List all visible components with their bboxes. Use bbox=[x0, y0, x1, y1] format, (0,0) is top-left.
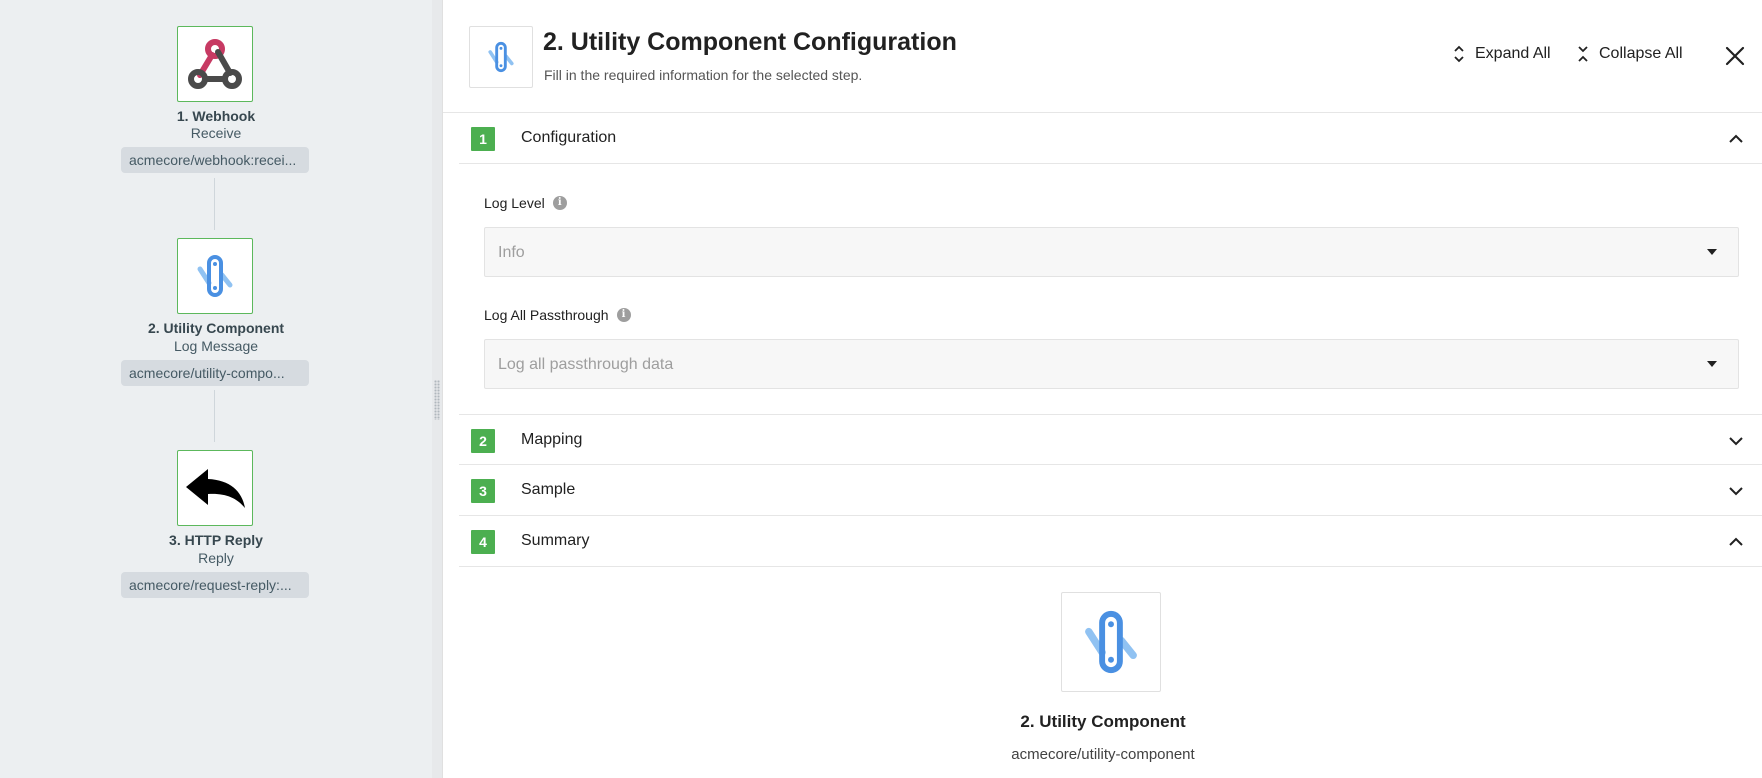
flow-step-component-chip: acmecore/request-reply:... bbox=[121, 572, 309, 598]
expand-all-label: Expand All bbox=[1475, 45, 1551, 62]
section-label: Configuration bbox=[521, 129, 617, 146]
section-summary[interactable]: 4 Summary bbox=[459, 516, 1762, 567]
summary-component-key: acmecore/utility-component bbox=[1011, 746, 1195, 763]
section-label: Summary bbox=[521, 532, 590, 549]
config-panel: 2. Utility Component Configuration Fill … bbox=[442, 0, 1762, 778]
info-icon[interactable]: i bbox=[552, 196, 567, 210]
flow-step-http-reply[interactable] bbox=[177, 450, 253, 526]
summary-step-name: 2. Utility Component bbox=[1020, 712, 1186, 731]
flow-step-action: Receive bbox=[190, 125, 242, 141]
section-sample[interactable]: 3 Sample bbox=[459, 465, 1762, 516]
close-icon[interactable] bbox=[1723, 44, 1747, 68]
config-header: 2. Utility Component Configuration Fill … bbox=[443, 0, 1762, 113]
flow-step-component-chip: acmecore/utility-compo... bbox=[121, 360, 309, 386]
log-passthrough-select[interactable]: Log all passthrough data bbox=[484, 339, 1739, 389]
expand-icon bbox=[1454, 45, 1464, 63]
flow-step-title: 1. Webhook bbox=[176, 108, 256, 124]
collapse-all-label: Collapse All bbox=[1599, 45, 1683, 62]
section-number: 2 bbox=[471, 429, 495, 453]
utility-component-icon bbox=[488, 41, 514, 73]
flow-panel: 1. Webhook Receive acmecore/webhook:rece… bbox=[0, 0, 432, 778]
section-number: 4 bbox=[471, 530, 495, 554]
caret-down-icon bbox=[1707, 249, 1717, 255]
info-icon[interactable]: i bbox=[616, 308, 631, 322]
section-configuration[interactable]: 1 Configuration bbox=[459, 113, 1762, 164]
chevron-up-icon[interactable] bbox=[1727, 533, 1745, 551]
chevron-down-icon[interactable] bbox=[1727, 482, 1745, 500]
flow-connector bbox=[214, 390, 215, 442]
log-level-label: Log Level i bbox=[484, 195, 567, 211]
page-subtitle: Fill in the required information for the… bbox=[544, 67, 863, 83]
flow-step-utility[interactable] bbox=[177, 238, 253, 314]
reply-arrow-icon bbox=[186, 469, 245, 508]
log-level-select[interactable]: Info bbox=[484, 227, 1739, 277]
log-level-value: Info bbox=[498, 244, 525, 261]
section-number: 1 bbox=[471, 127, 495, 151]
section-number: 3 bbox=[471, 479, 495, 503]
log-passthrough-label-text: Log All Passthrough bbox=[484, 307, 609, 323]
caret-down-icon bbox=[1707, 361, 1717, 367]
log-passthrough-label: Log All Passthrough i bbox=[484, 307, 631, 323]
chevron-up-icon[interactable] bbox=[1727, 130, 1745, 148]
resize-grip-icon[interactable] bbox=[434, 380, 440, 420]
chevron-down-icon[interactable] bbox=[1727, 432, 1745, 450]
section-label: Mapping bbox=[521, 431, 583, 448]
log-passthrough-value: Log all passthrough data bbox=[498, 356, 674, 373]
flow-step-component-chip: acmecore/webhook:recei... bbox=[121, 147, 309, 173]
page-title: 2. Utility Component Configuration bbox=[543, 28, 957, 56]
collapse-all-button[interactable]: Collapse All bbox=[1577, 44, 1683, 64]
flow-step-title: 2. Utility Component bbox=[147, 320, 285, 336]
header-component-tile bbox=[469, 26, 533, 88]
flow-connector bbox=[214, 178, 215, 230]
flow-step-title: 3. HTTP Reply bbox=[169, 532, 263, 548]
summary-component-tile bbox=[1061, 592, 1161, 692]
section-mapping[interactable]: 2 Mapping bbox=[459, 414, 1762, 465]
log-level-label-text: Log Level bbox=[484, 195, 545, 211]
flow-step-webhook[interactable] bbox=[177, 26, 253, 102]
collapse-icon bbox=[1578, 46, 1588, 62]
expand-all-button[interactable]: Expand All bbox=[1453, 44, 1551, 64]
flow-step-action: Log Message bbox=[173, 338, 259, 354]
utility-component-icon bbox=[1085, 610, 1137, 674]
section-label: Sample bbox=[521, 481, 576, 498]
utility-component-icon bbox=[197, 255, 233, 297]
webhook-icon bbox=[188, 39, 242, 89]
flow-step-action: Reply bbox=[198, 550, 234, 566]
